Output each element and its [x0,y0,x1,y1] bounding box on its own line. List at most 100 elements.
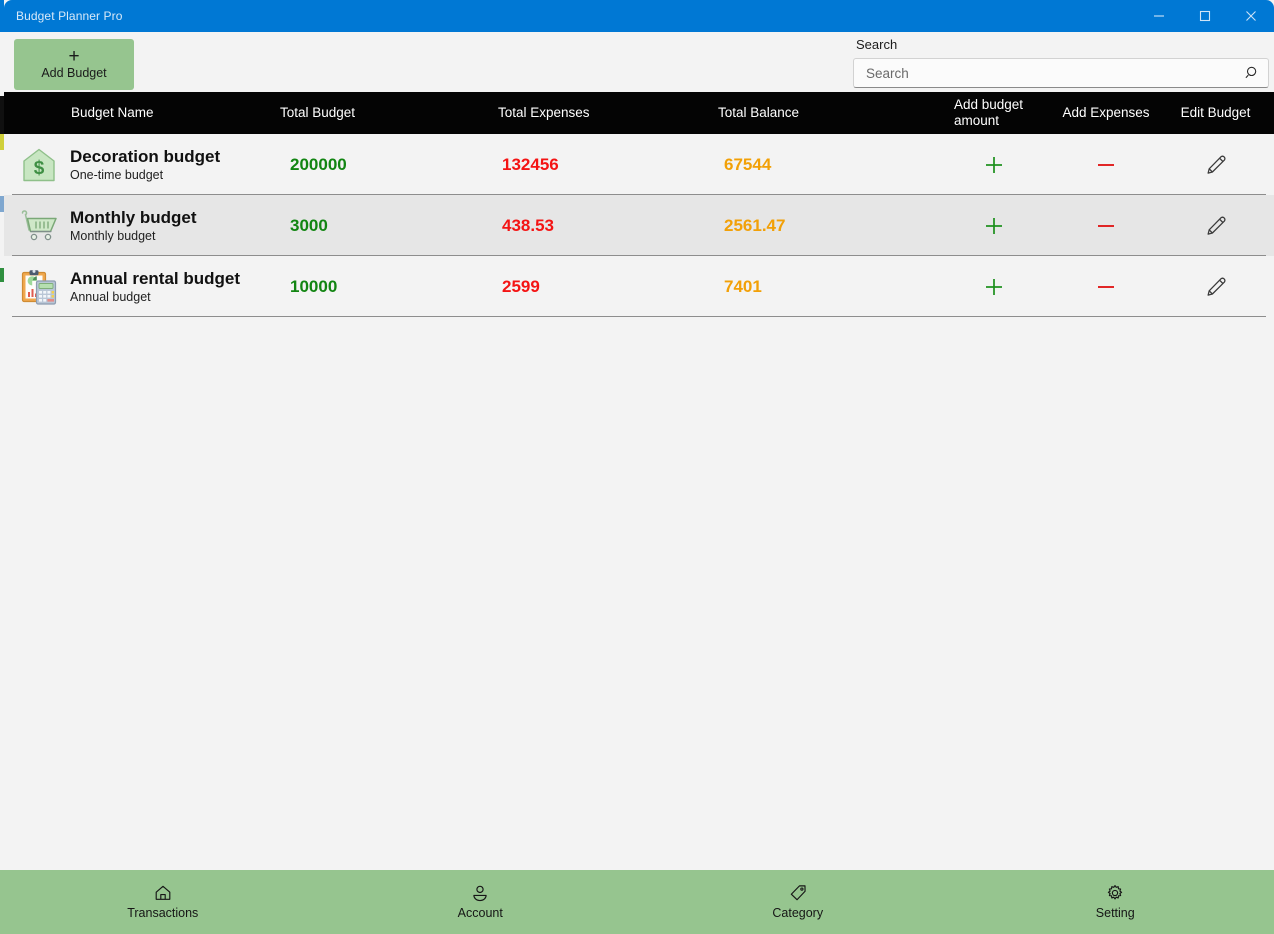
minimize-button[interactable] [1136,0,1182,32]
nav-item-setting[interactable]: Setting [957,870,1274,934]
add-expenses-button[interactable] [1089,209,1123,243]
edit-budget-cell [1161,195,1270,256]
svg-text:$: $ [34,158,45,179]
minus-icon [1095,276,1117,298]
edit-budget-button[interactable] [1199,148,1233,182]
nav-label-transactions: Transactions [127,906,199,920]
edit-budget-button[interactable] [1199,209,1233,243]
total-balance-value: 2561.47 [724,215,786,235]
column-header-label: Total Budget [280,105,356,120]
budget-name-text: Annual rental budget Annual budget [70,268,240,305]
toolbar: + Add Budget Search [4,32,1274,92]
add-budget-amount-cell [936,134,1051,195]
search-area: Search [853,36,1269,88]
budget-name-cell: $ Decoration budget One-time budget [4,134,274,195]
budget-name: Annual rental budget [70,269,240,288]
column-header-label: Budget Name [71,105,154,120]
column-header-label: Total Expenses [498,105,590,120]
maximize-button[interactable] [1182,0,1228,32]
nav-label-setting: Setting [1095,906,1135,920]
add-budget-amount-cell [936,195,1051,256]
search-label: Search [856,37,898,52]
column-header-edit-budget[interactable]: Edit Budget [1161,92,1270,134]
total-expenses-value: 132456 [502,154,559,174]
person-icon [470,883,490,903]
pencil-icon [1204,214,1228,238]
budget-table-body: $ Decoration budget One-time budget 200000 1… [4,134,1274,317]
nav-label-category: Category [772,906,824,920]
total-balance-value: 7401 [724,276,762,296]
nav-label-account: Account [457,906,503,920]
add-budget-amount-button[interactable] [977,209,1011,243]
add-expenses-cell [1051,256,1161,317]
gear-icon [1105,883,1125,903]
table-header-row: Budget Name Total Budget Total Expenses … [4,92,1274,134]
add-budget-button[interactable]: + Add Budget [14,39,134,90]
add-budget-amount-button[interactable] [977,270,1011,304]
column-header-add-budget-amount[interactable]: Add budget amount [936,92,1051,134]
pencil-icon [1204,153,1228,177]
column-header-total-expenses[interactable]: Total Expenses [496,92,714,134]
window-title: Budget Planner Pro [16,9,123,23]
add-expenses-cell [1051,134,1161,195]
column-header-total-balance[interactable]: Total Balance [714,92,936,134]
budget-name-cell: Annual rental budget Annual budget [4,256,274,317]
total-budget-value: 3000 [290,215,328,235]
column-header-label: Add budget amount [954,97,1024,128]
pencil-icon [1204,275,1228,299]
plus-icon: + [68,46,80,67]
home-icon [153,883,173,903]
column-header-total-budget[interactable]: Total Budget [274,92,496,134]
background-window-sliver [0,0,4,934]
table-row[interactable]: $ Decoration budget One-time budget 200000 1… [4,134,1274,195]
add-budget-amount-cell [936,256,1051,317]
tag-icon [788,883,808,903]
total-balance-value: 67544 [724,154,772,174]
add-expenses-button[interactable] [1089,270,1123,304]
total-expenses-value: 2599 [502,276,540,296]
budget-name: Monthly budget [70,208,197,227]
app-window: Budget Planner Pro + Add Budget Search S… [0,0,1274,934]
add-budget-amount-button[interactable] [977,148,1011,182]
budget-subtitle: One-time budget [70,168,164,182]
column-header-add-expenses[interactable]: Add Expenses [1051,92,1161,134]
plus-icon [983,215,1005,237]
table-row[interactable]: Annual rental budget Annual budget 10000 25… [4,256,1274,317]
column-header-label: Add Expenses [1062,105,1150,120]
nav-item-category[interactable]: Category [639,870,957,934]
budget-name-text: Monthly budget Monthly budget [70,207,197,244]
window-controls [1136,0,1274,32]
search-input[interactable] [854,60,1238,86]
table-row[interactable]: Monthly budget Monthly budget 3000 438.53 25… [4,195,1274,256]
column-header-label: Total Balance [718,105,800,120]
budget-subtitle: Monthly budget [70,229,156,243]
add-expenses-cell [1051,195,1161,256]
edit-budget-cell [1161,256,1270,317]
total-expenses-value: 438.53 [502,215,554,235]
plus-icon [983,154,1005,176]
bottom-navigation-bar: Transactions Account Category Setting [4,870,1274,934]
minus-icon [1095,215,1117,237]
total-budget-value: 10000 [290,276,338,296]
plus-icon [983,276,1005,298]
edit-budget-button[interactable] [1199,270,1233,304]
search-box[interactable] [853,58,1269,88]
add-budget-label: Add Budget [41,66,107,80]
search-icon[interactable] [1238,59,1268,87]
column-header-label: Edit Budget [1180,105,1251,120]
close-button[interactable] [1228,0,1274,32]
budget-name: Decoration budget [70,147,221,166]
add-expenses-button[interactable] [1089,148,1123,182]
clipboard-calculator-icon [18,266,60,308]
shopping-cart-icon [18,205,60,247]
edit-budget-cell [1161,134,1270,195]
column-header-budget-name[interactable]: Budget Name [4,92,274,134]
total-budget-value: 200000 [290,154,347,174]
nav-item-account[interactable]: Account [322,870,640,934]
budget-name-cell: Monthly budget Monthly budget [4,195,274,256]
nav-item-transactions[interactable]: Transactions [4,870,322,934]
title-bar: Budget Planner Pro [4,0,1274,32]
house-dollar-icon: $ [18,144,60,186]
budget-name-text: Decoration budget One-time budget [70,146,220,183]
budget-subtitle: Annual budget [70,290,151,304]
